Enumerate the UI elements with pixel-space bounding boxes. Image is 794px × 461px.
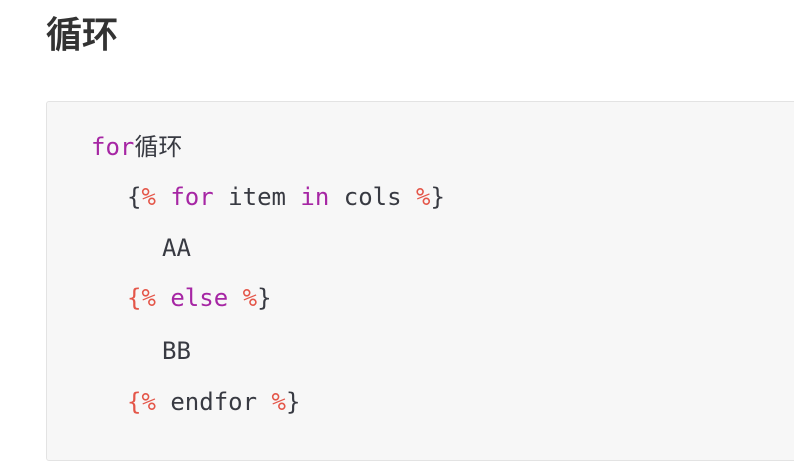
close-brace: } (285, 388, 301, 416)
keyword-else: else (170, 284, 229, 312)
open-brace: { (127, 284, 142, 312)
close-brace: } (257, 284, 272, 312)
section-heading: 循环 (46, 15, 119, 56)
loop-iterable: cols (329, 183, 417, 211)
else-body-text: BB (162, 337, 191, 365)
code-comment-label: 循环 (134, 133, 183, 161)
code-line-1: for循环 (91, 131, 182, 163)
loop-body-text: AA (162, 234, 191, 262)
keyword-for: for (91, 133, 135, 161)
close-percent: % (271, 388, 286, 416)
open-brace: { (127, 183, 142, 211)
open-percent: % (141, 388, 156, 416)
code-line-5: BB (162, 335, 191, 367)
keyword-for: for (170, 183, 214, 211)
keyword-endfor: endfor (170, 388, 258, 416)
keyword-in: in (300, 183, 330, 211)
loop-variable: item (213, 183, 301, 211)
close-brace: } (430, 183, 445, 211)
close-percent: % (416, 183, 431, 211)
open-percent: % (141, 284, 156, 312)
open-brace: { (127, 388, 142, 416)
code-line-4: {% else %} (127, 282, 272, 314)
code-block: for循环 {% for item in cols %} AA {% else … (46, 101, 794, 461)
code-line-2: {% for item in cols %} (127, 181, 445, 213)
open-percent: % (141, 183, 156, 211)
code-line-6: {% endfor %} (127, 386, 300, 418)
code-line-3: AA (162, 232, 191, 264)
close-percent: % (242, 284, 258, 312)
